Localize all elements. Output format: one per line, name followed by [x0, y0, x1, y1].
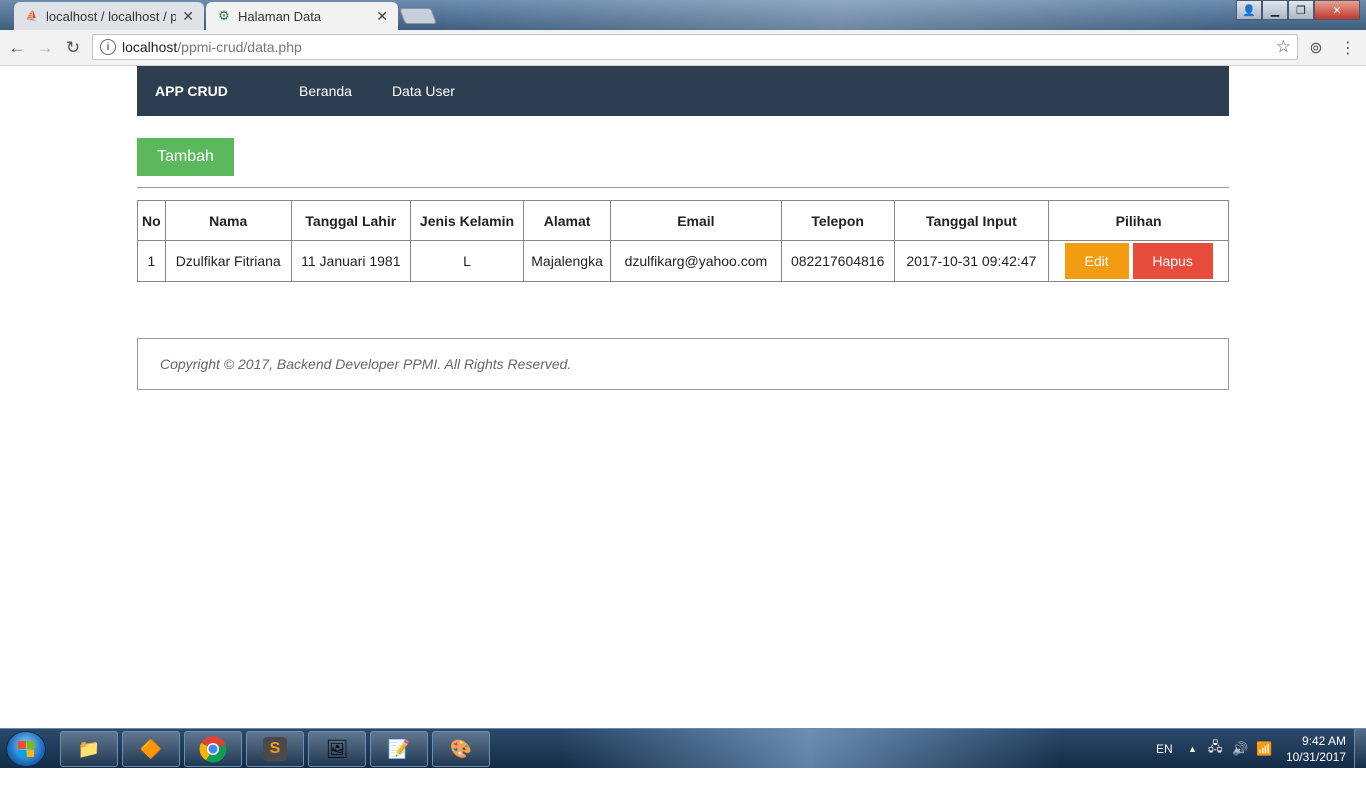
header-tanggal-input: Tanggal Input [893, 200, 1050, 241]
tab-halaman-data[interactable]: ⚙ Halaman Data ✕ [206, 2, 398, 30]
cell-alamat: Majalengka [523, 240, 612, 282]
table-row: 1 Dzulfikar Fitriana 11 Januari 1981 L M… [137, 240, 1229, 282]
maximize-button[interactable]: ❐ [1288, 0, 1314, 20]
delete-button[interactable]: Hapus [1132, 243, 1213, 279]
add-button[interactable]: Tambah [137, 138, 234, 176]
footer: Copyright © 2017, Backend Developer PPMI… [137, 338, 1229, 390]
footer-text: Copyright © 2017, Backend Developer PPMI… [160, 356, 572, 372]
start-button[interactable] [6, 731, 46, 767]
window-controls: 👤 ▁ ❐ ✕ [1236, 0, 1360, 20]
gear-icon: ⚙ [218, 8, 230, 23]
volume-icon[interactable]: 🔊 [1232, 729, 1248, 769]
header-pilihan: Pilihan [1048, 200, 1229, 241]
url-path: /ppmi-crud/data.php [177, 39, 302, 55]
clock[interactable]: 9:42 AM 10/31/2017 [1286, 733, 1346, 765]
clock-time: 9:42 AM [1301, 734, 1346, 748]
windows-logo-icon [18, 741, 34, 757]
clock-date: 10/31/2017 [1285, 750, 1346, 764]
nav-link-beranda[interactable]: Beranda [299, 83, 352, 99]
cell-no: 1 [137, 240, 166, 282]
tab-label: localhost / localhost / pp [46, 8, 177, 24]
phpmyadmin-icon: ⛵ [25, 10, 39, 22]
tab-phpmyadmin[interactable]: ⛵ localhost / localhost / pp ✕ [14, 2, 204, 30]
reload-icon[interactable]: ↻ [62, 37, 84, 59]
header-jenis-kelamin: Jenis Kelamin [409, 200, 525, 241]
nav-link-data-user[interactable]: Data User [392, 83, 455, 99]
minimize-button[interactable]: ▁ [1262, 0, 1288, 20]
header-email: Email [610, 200, 782, 241]
close-icon[interactable]: ✕ [376, 8, 388, 25]
file-explorer-icon[interactable]: 📁 [60, 731, 118, 767]
taskbar: 📁 🔶 S 🖼 📝 🎨 EN ▲ 🖧 🔊 📶 9:42 AM 10/31/201… [0, 728, 1366, 769]
menu-icon[interactable]: ⋮ [1338, 38, 1358, 58]
table-header-row: No Nama Tanggal Lahir Jenis Kelamin Alam… [137, 200, 1229, 241]
url-host: localhost [122, 39, 178, 55]
network-icon[interactable]: 🖧 [1208, 729, 1223, 769]
notepad-icon[interactable]: 📝 [370, 731, 428, 767]
titlebar-shine [440, 0, 1240, 30]
chrome-icon[interactable] [184, 731, 242, 767]
info-icon[interactable]: i [100, 39, 116, 55]
cell-tanggal-input: 2017-10-31 09:42:47 [893, 240, 1050, 282]
back-arrow-icon[interactable]: ← [6, 37, 28, 59]
close-window-button[interactable]: ✕ [1314, 0, 1360, 20]
cell-email: dzulfikarg@yahoo.com [610, 240, 782, 282]
cell-jenis-kelamin: L [409, 240, 525, 282]
header-telepon: Telepon [780, 200, 895, 241]
chrome-logo [199, 736, 227, 763]
address-bar[interactable]: i localhost/ppmi-crud/data.php ☆ [92, 34, 1298, 60]
header-nama: Nama [164, 200, 292, 241]
language-indicator[interactable]: EN [1156, 729, 1173, 769]
cell-pilihan: Edit Hapus [1048, 240, 1229, 282]
cell-tanggal-lahir: 11 Januari 1981 [290, 240, 411, 282]
cell-nama: Dzulfikar Fitriana [164, 240, 292, 282]
browser-titlebar: ⛵ localhost / localhost / pp ✕ ⚙ Halaman… [0, 0, 1366, 30]
header-alamat: Alamat [523, 200, 612, 241]
header-tanggal-lahir: Tanggal Lahir [290, 200, 411, 241]
new-tab-button[interactable] [399, 8, 437, 24]
forward-arrow-icon[interactable]: → [34, 37, 56, 59]
app-navbar: APP CRUD Beranda Data User [137, 66, 1229, 116]
cell-telepon: 082217604816 [780, 240, 895, 282]
bottom-strip [0, 768, 1366, 800]
show-desktop-button[interactable] [1354, 729, 1366, 769]
pocket-icon[interactable]: ⊚ [1306, 38, 1326, 58]
paint-icon[interactable]: 🎨 [432, 731, 490, 767]
signal-icon[interactable]: 📶 [1256, 729, 1272, 769]
sublime-text-icon[interactable]: S [246, 731, 304, 767]
divider [137, 187, 1229, 188]
tab-label: Halaman Data [238, 8, 322, 24]
close-icon[interactable]: ✕ [182, 8, 194, 25]
star-icon[interactable]: ☆ [1276, 37, 1291, 57]
edit-button[interactable]: Edit [1064, 243, 1129, 279]
header-no: No [137, 200, 166, 241]
taskbar-glow [560, 729, 1060, 769]
photo-viewer-icon[interactable]: 🖼 [308, 731, 366, 767]
show-hidden-icons-icon[interactable]: ▲ [1188, 729, 1197, 769]
user-icon[interactable]: 👤 [1236, 0, 1262, 20]
data-table: No Nama Tanggal Lahir Jenis Kelamin Alam… [137, 200, 1229, 282]
vlc-icon[interactable]: 🔶 [122, 731, 180, 767]
brand[interactable]: APP CRUD [155, 83, 299, 99]
